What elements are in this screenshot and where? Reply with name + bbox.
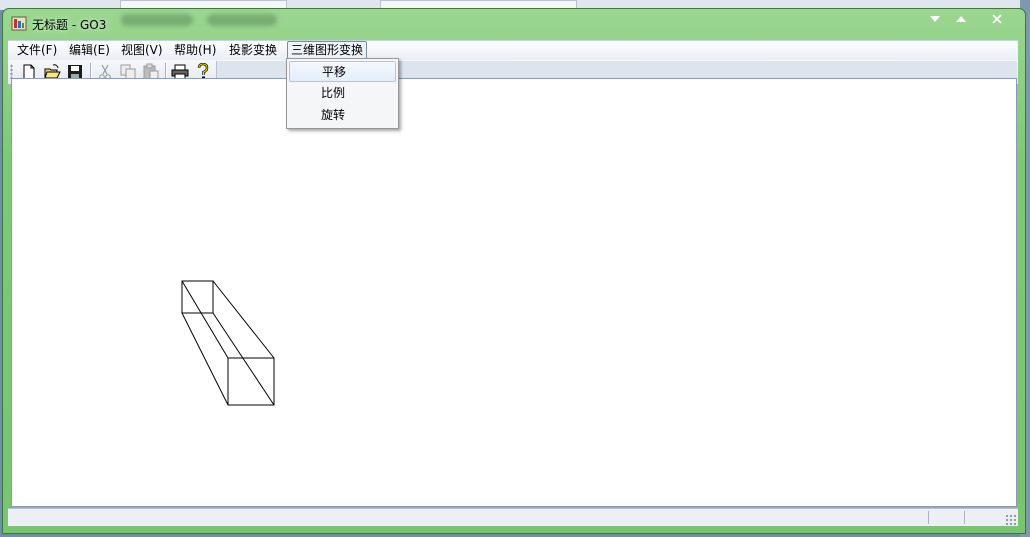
menu-item-label: 比例 [321, 86, 346, 100]
status-bar [8, 508, 1018, 526]
box-edge [181, 312, 229, 406]
menu-item-label: 旋转 [321, 108, 346, 122]
maximize-button[interactable] [948, 12, 974, 30]
close-icon [992, 14, 1002, 24]
menu-help[interactable]: 帮助(H) [171, 42, 219, 58]
menu-projection-transform[interactable]: 投影变换 [226, 42, 280, 58]
menu-view[interactable]: 视图(V) [118, 42, 166, 58]
menu-file[interactable]: 文件(F) [14, 42, 60, 58]
box-edge [181, 280, 229, 359]
menu-item-label: 平移 [322, 65, 347, 79]
menu-3d-transform[interactable]: 三维图形变换 [287, 41, 368, 59]
app-icon [11, 16, 27, 31]
menu-item-translate[interactable]: 平移 [289, 61, 396, 82]
menu-item-rotate[interactable]: 旋转 [289, 105, 396, 126]
app-window: 无标题 - GO3 文件(F) 编辑(E) 视图(V) 帮助(H) 投影变换 三… [2, 8, 1026, 534]
3d-box-drawing [181, 280, 275, 406]
3d-transform-menu: 平移 比例 旋转 [286, 58, 399, 129]
minimize-icon [930, 16, 940, 22]
minimize-button[interactable] [922, 12, 948, 30]
blurred-title-region [121, 14, 193, 26]
maximize-icon [956, 16, 966, 22]
resize-grip[interactable] [1005, 514, 1016, 525]
box-edge [212, 312, 275, 406]
menu-bar: 文件(F) 编辑(E) 视图(V) 帮助(H) 投影变换 三维图形变换 [8, 40, 1018, 60]
box-back-face [181, 280, 214, 314]
drawing-canvas[interactable] [11, 78, 1017, 507]
window-title: 无标题 - GO3 [32, 18, 107, 32]
menu-edit[interactable]: 编辑(E) [66, 42, 113, 58]
blurred-title-region [207, 14, 277, 26]
box-front-face [227, 357, 275, 406]
status-pane [928, 511, 963, 524]
title-bar[interactable]: 无标题 - GO3 [3, 9, 1025, 37]
close-button[interactable] [984, 12, 1010, 30]
menu-item-scale[interactable]: 比例 [289, 83, 396, 104]
status-pane [964, 511, 999, 524]
box-edge [212, 280, 275, 359]
